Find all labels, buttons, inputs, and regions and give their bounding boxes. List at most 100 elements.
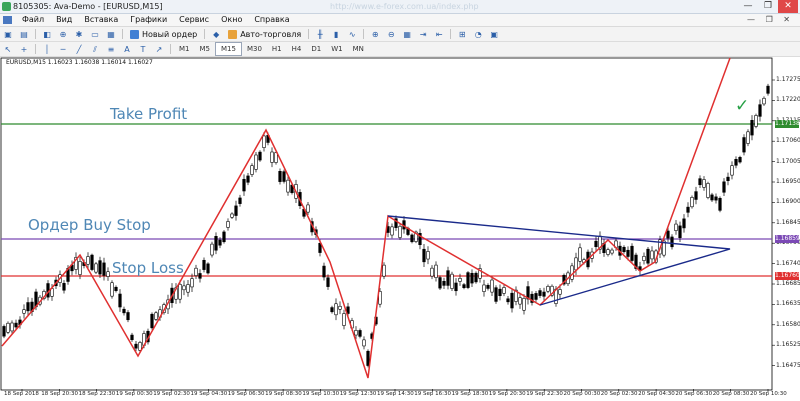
new-order-label: Новый ордер: [142, 29, 198, 39]
bar-chart-icon[interactable]: ╫: [315, 30, 325, 39]
time-tick-label: 19 Sep 16:30: [414, 391, 452, 397]
candle-body: [106, 271, 110, 277]
price-badge: 1.16859: [775, 235, 800, 243]
candle-body: [134, 343, 138, 349]
label-icon[interactable]: T: [138, 45, 148, 54]
candle-body: [114, 286, 118, 291]
candle-body: [450, 273, 454, 289]
tile-icon[interactable]: ▦: [402, 30, 412, 39]
timeframe-h1[interactable]: H1: [267, 43, 287, 55]
timeframe-m15[interactable]: M15: [215, 42, 242, 56]
candle-body: [490, 279, 494, 293]
maximize-button[interactable]: ❐: [758, 0, 778, 13]
vertical-line-icon[interactable]: │: [42, 45, 52, 54]
candle-body: [434, 264, 438, 278]
timeframe-m30[interactable]: M30: [242, 43, 267, 55]
templates-icon[interactable]: ▣: [489, 30, 499, 39]
candle-body: [734, 159, 738, 166]
price-tick-label: 1.16525: [776, 341, 800, 349]
candle-body: [446, 270, 450, 286]
candle-body: [710, 194, 714, 201]
close-button[interactable]: ✕: [778, 0, 798, 13]
timeframe-m5[interactable]: M5: [195, 43, 216, 55]
candle-body: [742, 137, 746, 153]
indicators-icon[interactable]: ⊞: [457, 30, 467, 39]
candle-body: [578, 247, 582, 262]
candle-body: [270, 151, 274, 163]
candle-body: [626, 249, 630, 257]
drawing-toolbar: ↖ + │ ─ ╱ ⫽ ≡ A T ↗ M1 M5 M15 M30 H1 H4 …: [0, 42, 800, 57]
candle-chart-icon[interactable]: ▮: [331, 30, 341, 39]
candle-body: [522, 298, 526, 311]
text-icon[interactable]: A: [122, 45, 132, 54]
timeframe-m1[interactable]: M1: [174, 43, 195, 55]
menu-window[interactable]: Окно: [215, 14, 248, 26]
menu-tools[interactable]: Сервис: [173, 14, 215, 26]
timeframe-h4[interactable]: H4: [287, 43, 307, 55]
navigator-icon[interactable]: ✱: [74, 30, 84, 39]
shift-icon[interactable]: ⇤: [434, 30, 444, 39]
autotrading-icon: [228, 29, 238, 39]
arrow-icon[interactable]: ↗: [154, 45, 164, 54]
candle-body: [62, 283, 66, 291]
candle-body: [214, 236, 218, 251]
time-tick-label: 20 Sep 10:30: [750, 391, 787, 397]
periods-icon[interactable]: ◔: [473, 30, 483, 39]
candle-body: [546, 286, 550, 292]
terminal-icon[interactable]: ▭: [90, 30, 100, 39]
time-tick-label: 19 Sep 02:30: [153, 391, 190, 397]
channel-icon[interactable]: ⫽: [90, 45, 100, 54]
candle-body: [738, 157, 742, 163]
minimize-button[interactable]: —: [738, 0, 758, 13]
candle-body: [26, 302, 30, 312]
price-tick-label: 1.16635: [776, 300, 800, 308]
scroll-icon[interactable]: ⇥: [418, 30, 428, 39]
timeframe-d1[interactable]: D1: [306, 43, 326, 55]
candle-body: [574, 257, 578, 271]
trendline-icon[interactable]: ╱: [74, 45, 84, 54]
candle-body: [758, 104, 762, 117]
new-order-button[interactable]: Новый ордер: [126, 29, 201, 39]
candle-body: [102, 262, 106, 276]
candle-body: [206, 263, 210, 274]
menu-view[interactable]: Вид: [50, 14, 78, 26]
autotrading-button[interactable]: Авто-торговля: [224, 29, 305, 39]
new-chart-icon[interactable]: ▣: [3, 30, 13, 39]
candle-body: [202, 259, 206, 270]
candle-body: [190, 278, 194, 288]
candle-body: [86, 256, 90, 265]
market-watch-icon[interactable]: ◧: [42, 30, 52, 39]
candle-body: [234, 205, 238, 216]
candle-body: [122, 308, 126, 314]
candle-body: [610, 249, 614, 254]
timeframe-mn[interactable]: MN: [348, 43, 369, 55]
metaeditor-icon[interactable]: ◆: [211, 30, 221, 39]
zoom-in-icon[interactable]: ⊕: [370, 30, 380, 39]
candle-body: [354, 330, 358, 336]
candle-body: [126, 312, 130, 321]
menu-file[interactable]: Файл: [16, 14, 50, 26]
candle-body: [6, 322, 10, 333]
time-tick-label: 19 Sep 06:30: [227, 391, 265, 397]
tester-icon[interactable]: ▦: [106, 30, 116, 39]
crosshair-icon[interactable]: +: [19, 45, 29, 54]
menu-insert[interactable]: Вставка: [78, 14, 124, 26]
menu-bar: Файл Вид Вставка Графики Сервис Окно Спр…: [0, 14, 800, 27]
menu-help[interactable]: Справка: [248, 14, 295, 26]
horizontal-line-icon[interactable]: ─: [58, 45, 68, 54]
zoom-out-icon[interactable]: ⊖: [386, 30, 396, 39]
candle-body: [218, 239, 222, 246]
price-tick-label: 1.17275: [776, 76, 800, 83]
line-chart-icon[interactable]: ∿: [347, 30, 357, 39]
profiles-icon[interactable]: ▤: [19, 30, 29, 39]
child-window-controls[interactable]: — ❐ ✕: [747, 14, 794, 26]
menu-charts[interactable]: Графики: [124, 14, 173, 26]
candle-body: [694, 191, 698, 200]
candle-body: [750, 120, 754, 136]
candle-body: [230, 213, 234, 218]
timeframe-w1[interactable]: W1: [326, 43, 347, 55]
fibonacci-icon[interactable]: ≡: [106, 45, 116, 54]
cursor-icon[interactable]: ↖: [3, 45, 13, 54]
candle-body: [366, 350, 370, 366]
data-window-icon[interactable]: ⊕: [58, 30, 68, 39]
